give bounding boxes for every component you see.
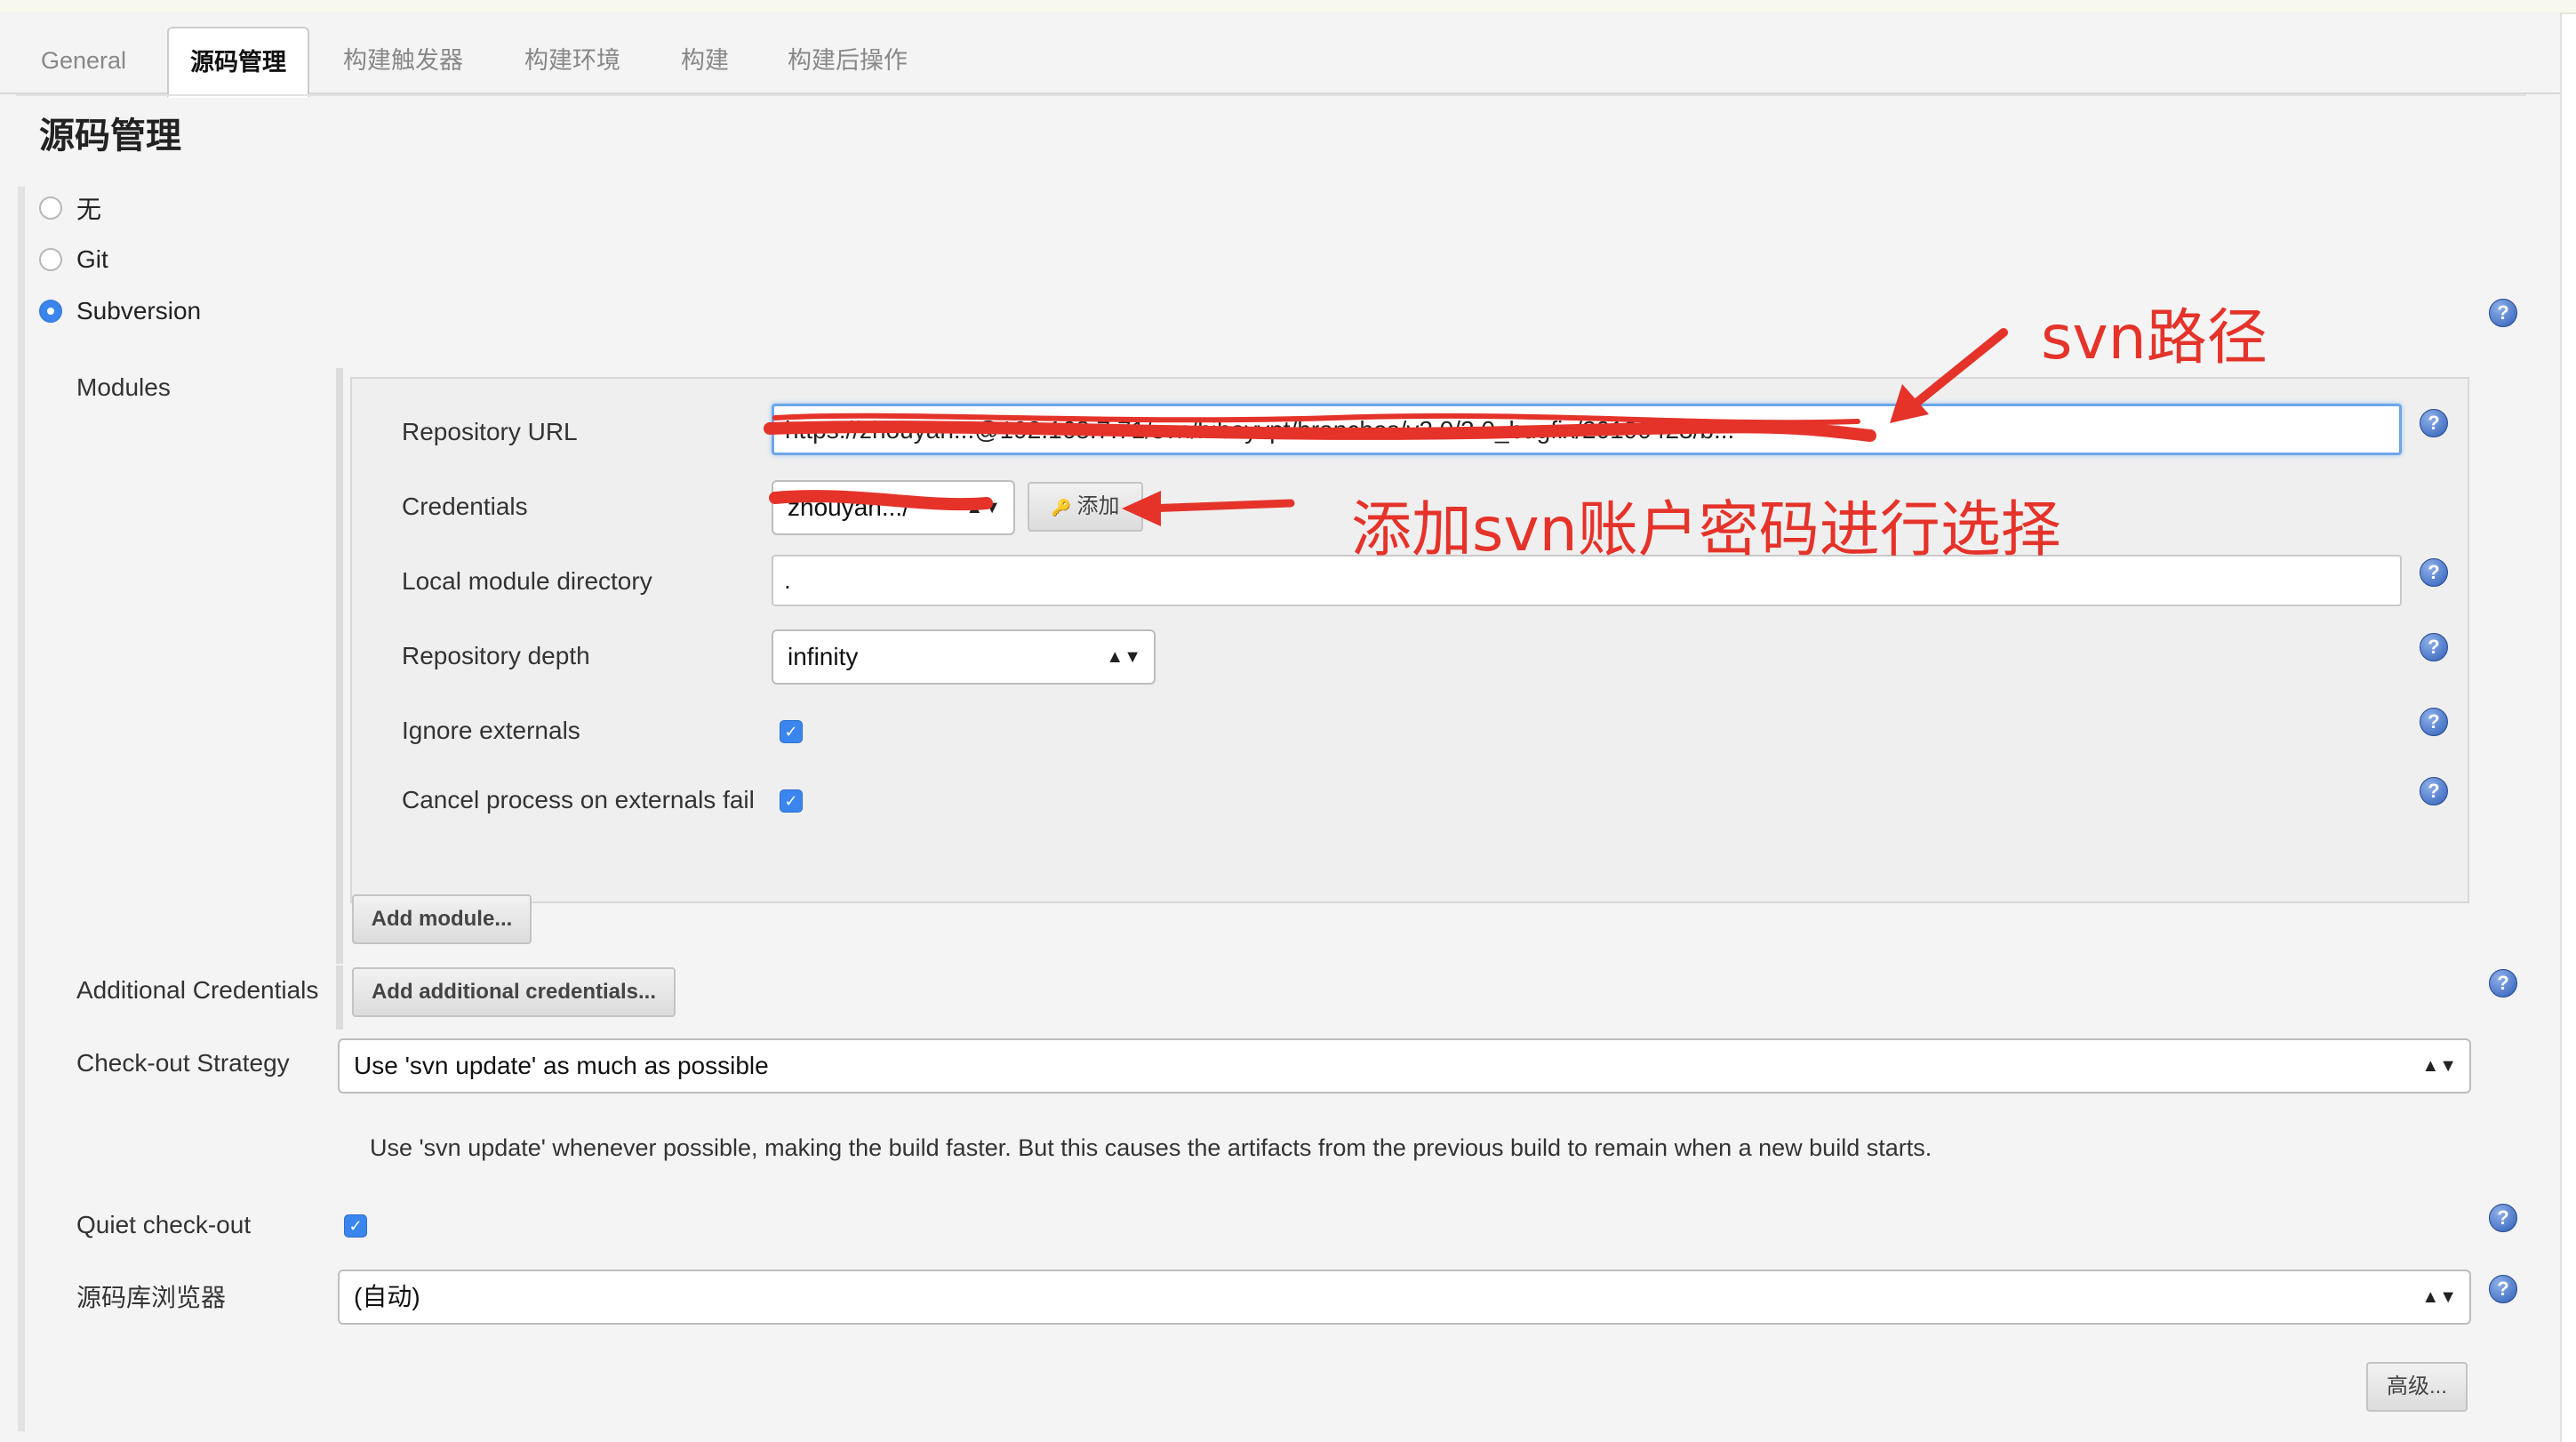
select-arrows-icon: ▲▼ (2421, 1287, 2457, 1307)
repo-browser-value: (自动) (354, 1283, 420, 1310)
subversion-help-icon[interactable]: ? (2489, 299, 2517, 327)
ignore-externals-checkbox[interactable]: ✓ (780, 720, 803, 743)
additional-credentials-label: Additional Credentials (76, 976, 319, 1004)
tab-build[interactable]: 构建 (681, 28, 729, 92)
repository-url-input[interactable]: https://zhouyan...@192.168.7.71/svn/hiba… (772, 404, 2402, 455)
cancel-process-label: Cancel process on externals fail (402, 786, 755, 813)
tab-scm[interactable]: 源码管理 (167, 27, 309, 98)
repo-browser-help-icon[interactable]: ? (2489, 1275, 2517, 1303)
repository-depth-label: Repository depth (402, 642, 590, 669)
modules-frame (336, 368, 343, 964)
add-credentials-button[interactable]: 🔑 添加 (1028, 482, 1143, 532)
repo-browser-select[interactable]: (自动) ▲▼ (338, 1270, 2471, 1325)
advanced-button[interactable]: 高级... (2366, 1362, 2468, 1412)
scm-option-subversion-label: Subversion (76, 297, 202, 324)
scm-option-none[interactable]: 无 (39, 190, 101, 226)
checkout-strategy-value: Use 'svn update' as much as possible (354, 1052, 769, 1079)
annotation-svn-path: svn路径 (2041, 303, 2268, 373)
add-module-button[interactable]: Add module... (352, 894, 532, 944)
credentials-select[interactable]: zhouyan.../****** ▲▼ (772, 480, 1015, 535)
add-additional-credentials-button[interactable]: Add additional credentials... (352, 967, 676, 1017)
repo-browser-label: 源码库浏览器 (76, 1284, 227, 1311)
key-icon: 🔑 (1051, 499, 1071, 517)
module-entry (350, 377, 2469, 903)
select-arrows-icon: ▲▼ (1106, 647, 1141, 667)
select-arrows-icon: ▲▼ (2421, 1056, 2457, 1076)
modules-label: Modules (76, 373, 171, 401)
scm-option-git[interactable]: Git (39, 242, 108, 277)
add-credentials-label: 添加 (1076, 494, 1120, 518)
scm-option-none-label: 无 (76, 196, 102, 223)
checkout-strategy-description: Use 'svn update' whenever possible, maki… (370, 1134, 1932, 1161)
scm-option-git-label: Git (76, 245, 108, 273)
repository-depth-value: infinity (788, 643, 859, 670)
quiet-checkout-checkbox[interactable]: ✓ (344, 1214, 367, 1238)
repository-url-label: Repository URL (402, 418, 578, 445)
config-page: General 源码管理 构建触发器 构建环境 构建 构建后操作 源码管理 无 … (0, 12, 2562, 1442)
cancel-process-checkbox[interactable]: ✓ (780, 789, 803, 813)
ignore-externals-label: Ignore externals (402, 717, 580, 744)
scm-option-subversion[interactable]: Subversion (39, 293, 201, 329)
checkout-strategy-select[interactable]: Use 'svn update' as much as possible ▲▼ (338, 1038, 2471, 1094)
checkout-strategy-label: Check-out Strategy (76, 1049, 290, 1077)
cancel-process-help-icon[interactable]: ? (2420, 777, 2448, 805)
radio-none[interactable] (39, 196, 62, 220)
repository-depth-select[interactable]: infinity ▲▼ (772, 629, 1156, 685)
local-module-directory-label: Local module directory (402, 567, 652, 595)
tab-post-build[interactable]: 构建后操作 (788, 28, 908, 92)
tab-general[interactable]: General (41, 28, 126, 92)
radio-subversion[interactable] (39, 300, 62, 323)
additional-credentials-frame (336, 965, 343, 1029)
radio-git[interactable] (39, 248, 62, 271)
credentials-value: zhouyan.../****** (788, 493, 968, 521)
ignore-externals-help-icon[interactable]: ? (2420, 708, 2448, 736)
repository-url-help-icon[interactable]: ? (2420, 409, 2448, 437)
page-title: 源码管理 (39, 116, 181, 156)
credentials-label: Credentials (402, 493, 528, 520)
annotation-add-account: 添加svn账户密码进行选择 (1351, 495, 2061, 565)
quiet-checkout-help-icon[interactable]: ? (2489, 1204, 2517, 1232)
local-module-directory-help-icon[interactable]: ? (2420, 558, 2448, 587)
tab-build-triggers[interactable]: 构建触发器 (343, 28, 463, 92)
tab-bar: General 源码管理 构建触发器 构建环境 构建 构建后操作 (0, 12, 2560, 98)
select-arrows-icon: ▲▼ (965, 498, 1001, 517)
repository-depth-help-icon[interactable]: ? (2420, 633, 2448, 661)
tab-build-environment[interactable]: 构建环境 (524, 28, 620, 92)
quiet-checkout-label: Quiet check-out (76, 1211, 252, 1238)
title-divider (16, 94, 2526, 96)
section-left-bar (18, 187, 25, 1431)
additional-credentials-help-icon[interactable]: ? (2489, 969, 2517, 997)
